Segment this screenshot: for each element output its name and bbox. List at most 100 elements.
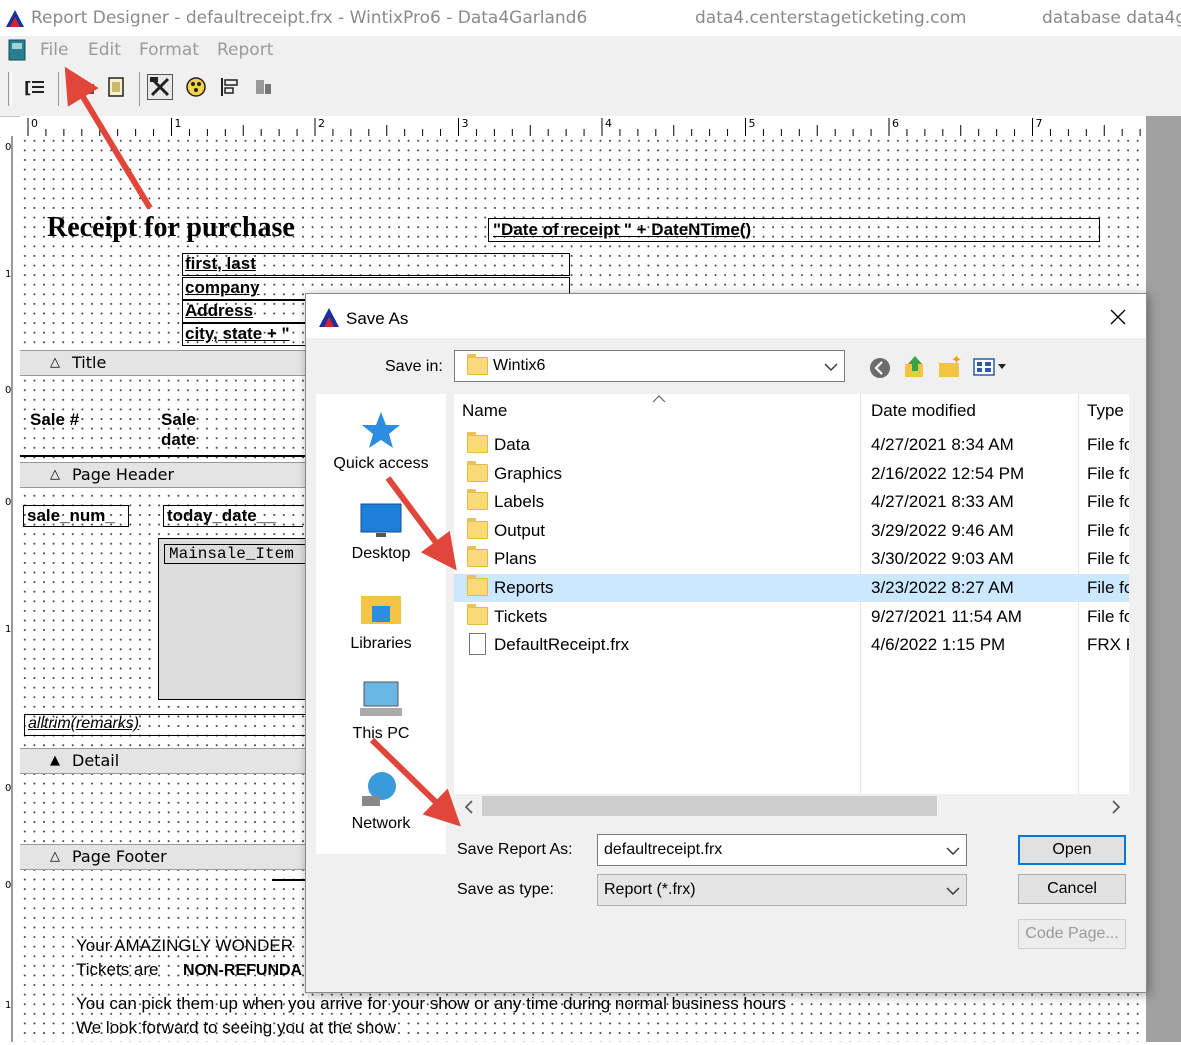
menu-format[interactable]: Format xyxy=(139,40,199,60)
ruler-label: 5 xyxy=(749,117,756,130)
file-icon xyxy=(469,633,486,656)
folder-icon xyxy=(467,517,488,539)
file-row[interactable]: DefaultReceipt.frx 4/6/2022 1:15 PM FRX F xyxy=(454,631,1129,659)
menu-bar: File Edit Format Report xyxy=(0,36,1181,64)
align-icon[interactable] xyxy=(250,74,276,100)
file-type: File fo xyxy=(1087,435,1129,454)
sale-number-label[interactable]: Sale # xyxy=(30,410,79,430)
file-name: Data xyxy=(494,435,530,454)
column-header-type[interactable]: Type xyxy=(1087,394,1129,428)
footer-line-1[interactable]: Your AMAZINGLY WONDER xyxy=(76,936,293,956)
footer-line-2b[interactable]: NON-REFUNDA xyxy=(183,962,302,980)
code-page-button[interactable]: Code Page... xyxy=(1018,919,1126,949)
ruler-label: 2 xyxy=(318,117,325,130)
palette-icon[interactable] xyxy=(183,74,209,100)
place-desktop[interactable]: Desktop xyxy=(316,500,446,563)
date-expression-field[interactable]: "Date of receipt " + DateNTime() xyxy=(488,218,1100,242)
horizontal-ruler: 0 1 2 3 4 5 6 7 xyxy=(20,116,1146,137)
layout-icon[interactable] xyxy=(217,74,243,100)
folder-row[interactable]: Reports 3/23/2022 8:27 AM File fo xyxy=(454,574,1129,602)
save-type-value: Report (*.frx) xyxy=(604,881,696,898)
menu-report[interactable]: Report xyxy=(217,40,273,60)
cancel-button[interactable]: Cancel xyxy=(1018,874,1126,904)
ruler-label: 7 xyxy=(1036,117,1043,130)
column-header-date[interactable]: Date modified xyxy=(871,394,1081,428)
page-icon[interactable] xyxy=(103,74,129,100)
filename-input[interactable]: defaultreceipt.frx xyxy=(597,834,967,866)
name-field[interactable]: first, last xyxy=(182,253,570,276)
folder-row[interactable]: Plans 3/30/2022 9:03 AM File fo xyxy=(454,545,1129,573)
designer-scrollbar[interactable] xyxy=(1146,116,1181,1042)
new-folder-icon[interactable]: ✦ xyxy=(937,354,963,380)
svg-text:[: [ xyxy=(24,78,31,97)
folder-row[interactable]: Tickets 9/27/2021 11:54 AM File fo xyxy=(454,603,1129,631)
footer-line-3[interactable]: You can pick them up when you arrive for… xyxy=(76,994,786,1014)
filename-label: Save Report As: xyxy=(457,841,573,858)
ruler-label: 1 xyxy=(175,117,182,130)
folder-icon xyxy=(467,603,488,625)
svg-text:0: 0 xyxy=(5,385,11,396)
sale-date-label-1[interactable]: Sale xyxy=(161,410,196,430)
save-in-value: Wintix6 xyxy=(493,357,546,374)
menu-edit[interactable]: Edit xyxy=(88,40,121,60)
scroll-left-icon[interactable] xyxy=(464,800,474,814)
toolbar: [ xyxy=(0,64,1181,117)
folder-icon xyxy=(467,432,488,453)
band-title[interactable]: △ Title xyxy=(20,350,326,376)
data-environment-icon[interactable]: [ xyxy=(21,74,47,100)
footer-line-2a[interactable]: Tickets are xyxy=(76,960,159,980)
file-date: 3/30/2022 9:03 AM xyxy=(871,549,1014,569)
place-libraries[interactable]: Libraries xyxy=(316,590,446,653)
open-button[interactable]: Open xyxy=(1018,835,1126,865)
folder-row[interactable]: Output 3/29/2022 9:46 AM File fo xyxy=(454,517,1129,545)
folder-row[interactable]: Data 4/27/2021 8:34 AM File fo xyxy=(454,431,1129,459)
band-page-footer[interactable]: △ Page Footer xyxy=(20,844,326,870)
scroll-right-icon[interactable] xyxy=(1111,800,1121,814)
place-quick-access[interactable]: Quick access xyxy=(316,410,446,473)
report-heading[interactable]: Receipt for purchase xyxy=(47,212,295,244)
chevron-down-icon[interactable] xyxy=(946,846,960,856)
save-in-label: Save in: xyxy=(385,358,443,375)
today-date-field[interactable]: today_date__ xyxy=(163,505,303,527)
mainsale-subreport[interactable]: Mainsale_Item xyxy=(158,538,314,700)
server-label: data4.centerstageticketing.com xyxy=(695,8,967,28)
fields-icon[interactable] xyxy=(72,74,98,100)
place-network[interactable]: Network xyxy=(316,770,446,833)
save-type-select[interactable]: Report (*.frx) xyxy=(597,874,967,906)
horizontal-scrollbar[interactable] xyxy=(454,794,1129,818)
dialog-title: Save As xyxy=(346,309,409,328)
places-bar: Quick access Desktop Libraries This PC N… xyxy=(316,394,446,854)
view-menu-icon[interactable] xyxy=(972,356,1012,378)
computer-icon xyxy=(360,681,402,716)
file-date: 4/6/2022 1:15 PM xyxy=(871,635,1006,655)
band-detail[interactable]: ▲ Detail xyxy=(20,748,326,774)
close-icon[interactable] xyxy=(1109,308,1127,326)
back-icon[interactable] xyxy=(868,356,892,380)
up-folder-icon[interactable] xyxy=(903,354,927,380)
scrollbar-thumb[interactable] xyxy=(482,796,937,816)
place-this-pc[interactable]: This PC xyxy=(316,680,446,743)
menu-file[interactable]: File xyxy=(40,40,68,60)
file-list[interactable]: Name Date modified Type Data 4/27/2021 8:… xyxy=(454,394,1129,794)
folder-row[interactable]: Graphics 2/16/2022 12:54 PM File fo xyxy=(454,460,1129,488)
band-page-header[interactable]: △ Page Header xyxy=(20,462,326,488)
place-label: Libraries xyxy=(350,635,412,652)
dialog-title-bar[interactable]: Save As xyxy=(306,294,1146,338)
book-icon[interactable] xyxy=(8,39,26,61)
svg-text:0: 0 xyxy=(5,142,11,153)
remarks-field[interactable]: alltrim(remarks) xyxy=(24,714,309,736)
ruler-label: 6 xyxy=(892,117,899,130)
libraries-icon xyxy=(361,596,401,624)
save-in-dropdown[interactable]: Wintix6 xyxy=(454,350,845,382)
sale-num-field[interactable]: sale_num_ xyxy=(23,505,129,527)
place-label: Network xyxy=(351,815,411,832)
place-label: Desktop xyxy=(351,545,411,562)
tools-icon[interactable] xyxy=(147,74,173,100)
footer-line-4[interactable]: We look forward to seeing you at the sho… xyxy=(76,1018,396,1038)
save-as-dialog[interactable]: Save As Save in: Wintix6 ✦ Quick access … xyxy=(305,293,1147,993)
file-name: Output xyxy=(494,520,546,540)
mainsale-field[interactable]: Mainsale_Item xyxy=(164,544,314,564)
svg-text:0: 0 xyxy=(5,497,11,508)
folder-row[interactable]: Labels 4/27/2021 8:33 AM File fo xyxy=(454,488,1129,516)
sale-date-label-2[interactable]: date xyxy=(161,430,196,450)
